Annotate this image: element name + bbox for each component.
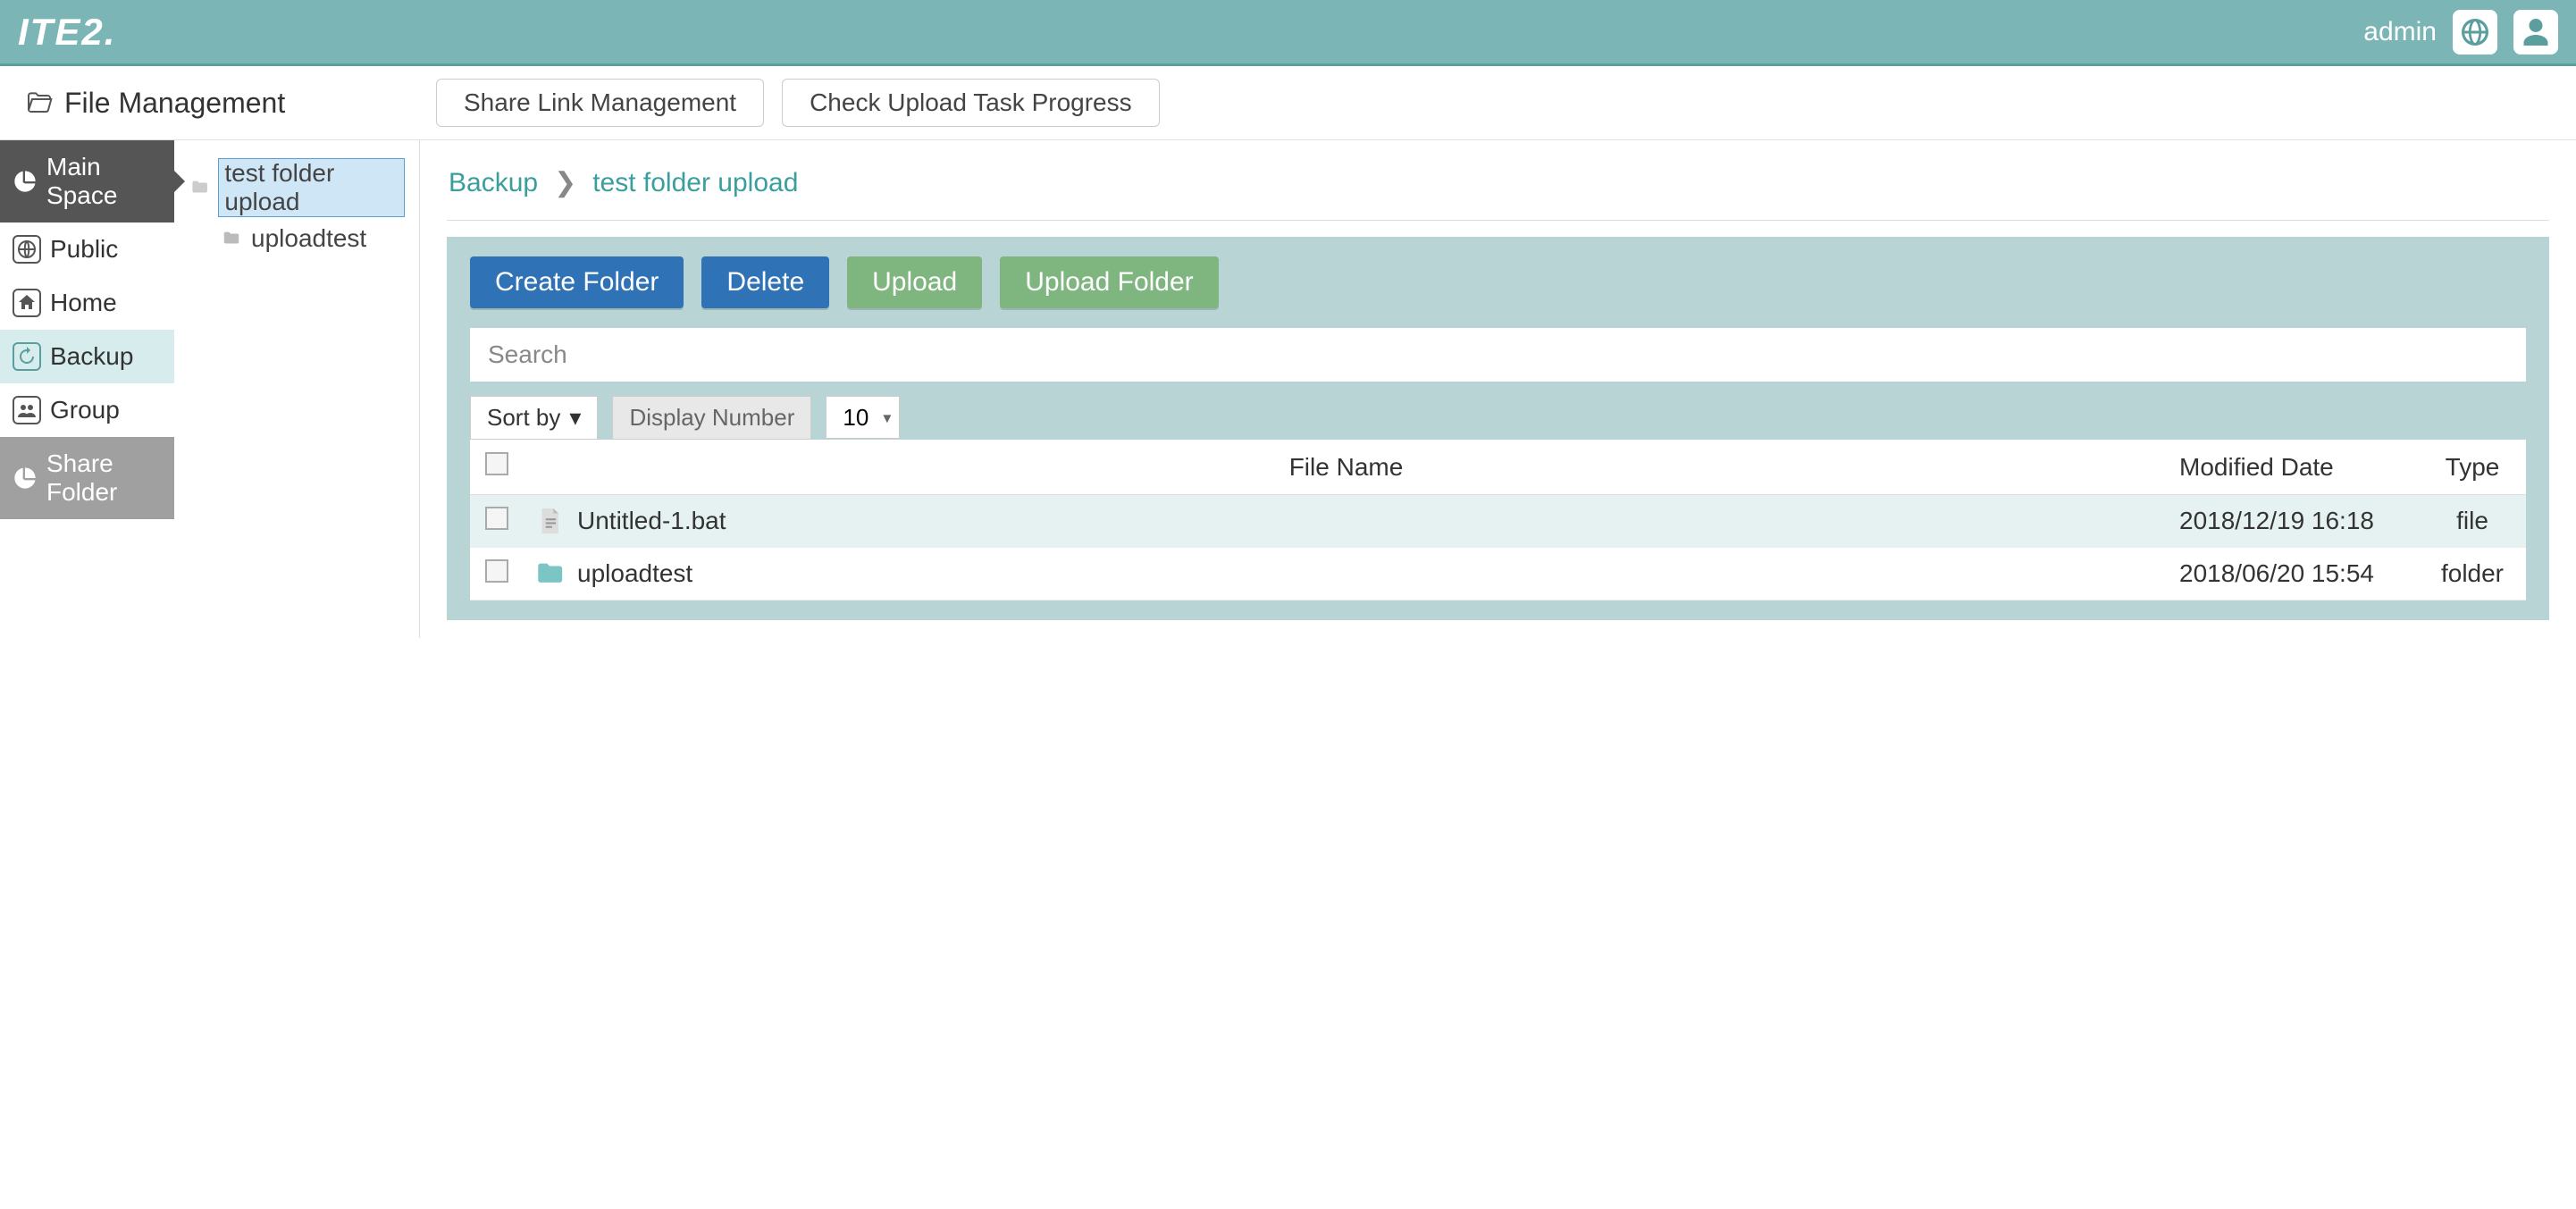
logo: ITE2. (18, 11, 116, 54)
table-row[interactable]: Untitled-1.bat 2018/12/19 16:18 file (470, 495, 2526, 548)
toolbar-panel: Create Folder Delete Upload Upload Folde… (447, 237, 2549, 620)
top-bar: ITE2. admin (0, 0, 2576, 66)
file-type: folder (2419, 548, 2526, 600)
tree-item-child[interactable]: uploadtest (214, 221, 410, 256)
subheader: File Management Share Link Management Ch… (0, 66, 2576, 140)
globe-button[interactable] (2453, 10, 2497, 55)
search-input[interactable] (470, 328, 2526, 382)
sort-by-label: Sort by (487, 404, 560, 432)
tree-item-root[interactable]: test folder upload (183, 155, 410, 221)
create-folder-button[interactable]: Create Folder (470, 256, 684, 308)
folder-tree: test folder upload uploadtest (174, 140, 420, 638)
upload-folder-button[interactable]: Upload Folder (1000, 256, 1218, 308)
file-table: File Name Modified Date Type Untitled-1.… (470, 440, 2526, 600)
chevron-right-icon: ❯ (554, 167, 576, 198)
globe-icon (2459, 16, 2491, 48)
sidebar-item-label: Group (50, 396, 120, 424)
table-header-row: File Name Modified Date Type (470, 440, 2526, 495)
sidebar-item-label: Home (50, 289, 117, 317)
column-header-modified[interactable]: Modified Date (2169, 440, 2419, 495)
sidebar-item-group[interactable]: Group (0, 383, 174, 437)
folder-open-icon (25, 88, 54, 117)
page-title-wrap: File Management (25, 87, 418, 120)
action-buttons: Create Folder Delete Upload Upload Folde… (470, 256, 2526, 308)
tree-item-label: uploadtest (251, 224, 366, 253)
group-icon (13, 396, 41, 424)
sidebar-item-label: Main Space (46, 153, 162, 210)
pie-icon (13, 464, 38, 492)
file-name: Untitled-1.bat (577, 507, 726, 535)
sidebar-item-label: Share Folder (46, 449, 162, 507)
folder-icon (189, 178, 211, 197)
filename-cell: uploadtest (534, 558, 2158, 589)
display-number-select-wrap: 10 (826, 396, 900, 440)
backup-icon (13, 342, 41, 371)
pie-icon (13, 167, 38, 196)
row-checkbox[interactable] (485, 507, 508, 530)
sort-by-dropdown[interactable]: Sort by ▾ (470, 396, 598, 440)
select-all-checkbox[interactable] (485, 452, 508, 475)
current-user[interactable]: admin (2363, 17, 2437, 47)
breadcrumb-item[interactable]: test folder upload (592, 168, 798, 198)
column-header-filename[interactable]: File Name (524, 440, 2169, 495)
globe-small-icon (13, 235, 41, 264)
modified-date: 2018/12/19 16:18 (2169, 495, 2419, 548)
sidebar-item-public[interactable]: Public (0, 222, 174, 276)
sidebar: Main Space Public Home Backup Group (0, 140, 174, 638)
table-row[interactable]: uploadtest 2018/06/20 15:54 folder (470, 548, 2526, 600)
page-title: File Management (64, 87, 285, 120)
row-checkbox[interactable] (485, 559, 508, 583)
user-button[interactable] (2513, 10, 2558, 55)
home-icon (13, 289, 41, 317)
file-icon (534, 506, 565, 536)
main-area: Main Space Public Home Backup Group (0, 140, 2576, 638)
delete-button[interactable]: Delete (701, 256, 829, 308)
caret-down-icon: ▾ (569, 404, 581, 432)
user-icon (2520, 16, 2552, 48)
sidebar-item-home[interactable]: Home (0, 276, 174, 330)
sidebar-item-backup[interactable]: Backup (0, 330, 174, 383)
filename-cell: Untitled-1.bat (534, 506, 2158, 536)
modified-date: 2018/06/20 15:54 (2169, 548, 2419, 600)
breadcrumb: Backup ❯ test folder upload (447, 158, 2549, 221)
content-area: Backup ❯ test folder upload Create Folde… (420, 140, 2576, 638)
upload-button[interactable]: Upload (847, 256, 982, 308)
folder-icon (534, 558, 565, 589)
display-number-label: Display Number (612, 396, 811, 440)
sidebar-item-share-folder[interactable]: Share Folder (0, 437, 174, 519)
tree-item-label: test folder upload (218, 158, 405, 217)
topbar-right: admin (2363, 10, 2558, 55)
control-row: Sort by ▾ Display Number 10 (470, 396, 2526, 440)
share-link-management-button[interactable]: Share Link Management (436, 79, 764, 127)
file-type: file (2419, 495, 2526, 548)
sidebar-item-label: Public (50, 235, 118, 264)
select-all-header (470, 440, 524, 495)
check-upload-task-progress-button[interactable]: Check Upload Task Progress (782, 79, 1160, 127)
sidebar-item-label: Backup (50, 342, 133, 371)
column-header-type[interactable]: Type (2419, 440, 2526, 495)
display-number-select[interactable]: 10 (826, 396, 900, 439)
sidebar-item-main-space[interactable]: Main Space (0, 140, 174, 222)
breadcrumb-item[interactable]: Backup (449, 168, 538, 198)
file-name: uploadtest (577, 559, 692, 588)
folder-icon (219, 229, 244, 248)
